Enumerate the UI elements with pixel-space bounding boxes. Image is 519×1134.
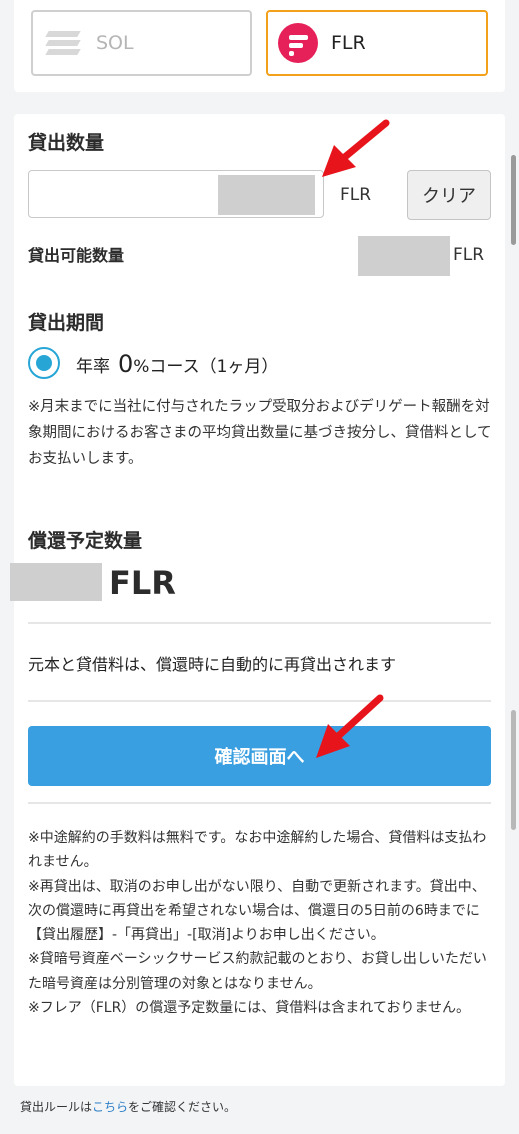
auto-relend-note: 元本と貸借料は、償還時に自動的に再貸出されます <box>28 655 397 674</box>
course-rate: 0 <box>118 350 134 378</box>
amount-title: 貸出数量 <box>28 132 105 154</box>
available-amount-redacted <box>358 236 450 276</box>
footer-prefix: 貸出ルールは <box>20 1100 93 1114</box>
asset-label-flr: FLR <box>331 32 366 54</box>
repay-amount-redacted <box>10 563 102 601</box>
course-radio[interactable] <box>28 347 60 379</box>
repay-unit: FLR <box>109 564 176 602</box>
course-label[interactable]: 年率 0 %コース（1ヶ月） <box>76 350 278 378</box>
note-item: ※フレア（FLR）の償還予定数量には、貸借料は含まれておりません。 <box>28 1000 471 1017</box>
asset-label-sol: SOL <box>96 32 134 54</box>
amount-value-redacted <box>218 175 315 215</box>
course-prefix: 年率 <box>76 357 110 377</box>
clear-button[interactable]: クリア <box>407 170 491 220</box>
flare-logo-icon <box>278 23 318 63</box>
asset-selector: SOL FLR <box>14 0 505 92</box>
amount-input-field[interactable] <box>39 171 219 215</box>
note-item: ※再貸出は、取消のお申し出がない限り、自動で更新されます。貸出中、次の償還時に再… <box>28 878 486 944</box>
terms-notes: ※中途解約の手数料は無料です。なお中途解約した場合、貸借料は支払われません。 ※… <box>28 826 494 1020</box>
scrollbar-thumb[interactable] <box>511 155 516 245</box>
lending-form-card: 貸出数量 FLR クリア 貸出可能数量 FLR 貸出期間 年率 0 %コース（1… <box>10 114 505 1086</box>
asset-option-flr[interactable]: FLR <box>266 10 488 76</box>
note-item: ※貸暗号資産ベーシックサービス約款記載のとおり、お貸し出しいただいた暗号資産は分… <box>28 951 487 992</box>
footer-rules: 貸出ルールはこちらをご確認ください。 <box>20 1098 236 1115</box>
annotation-arrow-icon <box>316 694 384 758</box>
divider <box>28 622 491 624</box>
repay-title: 償還予定数量 <box>28 530 143 552</box>
scrollbar-thumb[interactable] <box>511 710 516 830</box>
confirm-button[interactable]: 確認画面へ <box>28 726 491 786</box>
period-title: 貸出期間 <box>28 312 105 334</box>
divider <box>28 700 491 702</box>
available-amount-unit: FLR <box>453 245 485 265</box>
rules-link[interactable]: こちら <box>92 1100 128 1114</box>
period-note: ※月末までに当社に付与されたラップ受取分およびデリゲート報酬を対象期間におけるお… <box>28 399 492 467</box>
note-item: ※中途解約の手数料は無料です。なお中途解約した場合、貸借料は支払われません。 <box>28 830 487 871</box>
divider <box>28 802 491 804</box>
annotation-arrow-icon <box>322 119 390 177</box>
available-amount-label: 貸出可能数量 <box>28 246 125 265</box>
amount-input[interactable] <box>28 170 324 218</box>
course-suffix: %コース（1ヶ月） <box>133 357 279 377</box>
asset-option-sol[interactable]: SOL <box>31 10 252 76</box>
solana-logo-icon <box>43 23 83 63</box>
amount-unit: FLR <box>340 185 372 205</box>
footer-suffix: をご確認ください。 <box>128 1100 237 1114</box>
